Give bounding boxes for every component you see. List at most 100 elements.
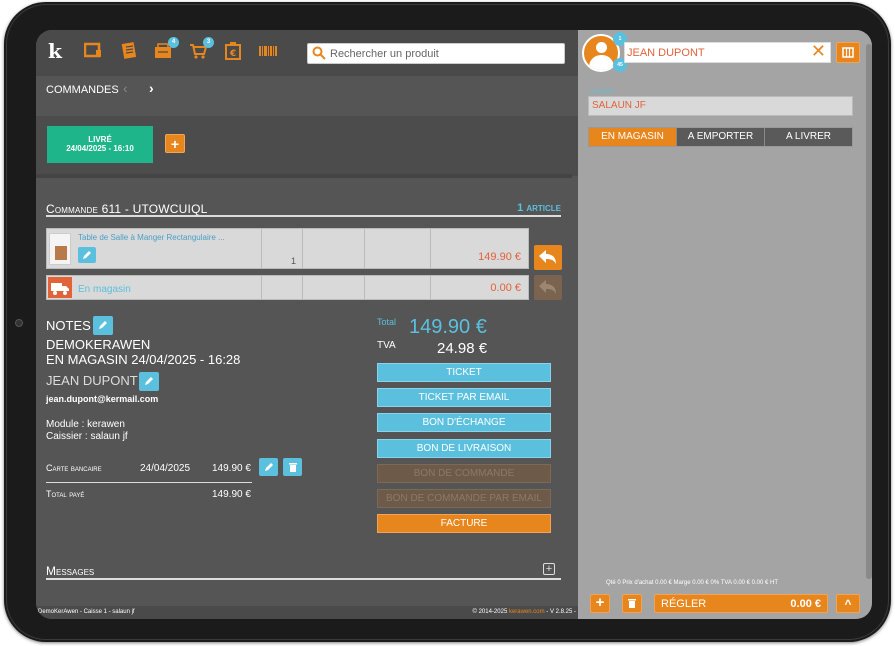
expand-messages-icon[interactable]: + <box>543 563 555 575</box>
pay-label: RÉGLER <box>661 598 707 610</box>
chevron-right-icon[interactable]: › <box>149 80 154 96</box>
shipping-line[interactable]: En magasin 0.00 € <box>46 275 529 300</box>
cashier-info: Caissier : salaun jf <box>46 431 128 442</box>
footer: DemoKerAwen - Caisse 1 - salaun jf © 201… <box>36 606 578 619</box>
toolbar: k 4 3 € <box>36 30 578 76</box>
undo-arrow-icon <box>539 250 556 264</box>
article-count: 1 article <box>517 202 561 214</box>
line-price: 149.90 € <box>478 251 521 263</box>
cash-drawer-icon[interactable]: 4 <box>154 37 179 62</box>
order-mode-tabs: EN MAGASIN A EMPORTER A LIVRER <box>588 127 853 147</box>
trash-icon <box>289 463 297 472</box>
edit-line-button[interactable] <box>78 247 96 263</box>
footer-copyright: © 2014-2025 kerawen.com - V 2.8.25 - <box>472 609 577 615</box>
register-icon[interactable] <box>83 42 102 62</box>
camera-icon <box>15 319 23 327</box>
tva-value: 24.98 € <box>437 340 488 357</box>
delete-payment-button[interactable] <box>283 458 302 476</box>
pay-amount: 0.00 € <box>790 598 821 610</box>
keypad-button[interactable] <box>836 42 860 63</box>
cart-pane: 1 45 JEAN DUPONT ✕ CAISSIER SALAUN JF EN… <box>578 30 872 619</box>
order-line[interactable]: Table de Salle à Manger Rectangulaire ..… <box>46 228 529 269</box>
product-name: Table de Salle à Manger Rectangulaire ..… <box>78 233 225 242</box>
add-item-button[interactable]: + <box>590 594 610 613</box>
pay-button[interactable]: RÉGLER 0.00 € <box>654 594 828 613</box>
return-line-button[interactable] <box>534 245 562 270</box>
shop-name: DEMOKERAWEN <box>46 337 151 352</box>
divider <box>46 215 561 217</box>
notes-label: NOTES <box>46 318 91 333</box>
chevron-left-icon[interactable]: ‹ <box>123 80 128 96</box>
order-title: Commande 611 - UTOWCUIQL <box>46 202 208 216</box>
edit-notes-button[interactable] <box>93 316 113 335</box>
purchase-order-button[interactable]: BON DE COMMANDE <box>377 464 551 483</box>
chevron-up-icon[interactable]: ^ <box>836 594 860 613</box>
orders-icon[interactable] <box>120 42 138 62</box>
total-paid-value: 149.90 € <box>212 489 251 500</box>
customer-name: JEAN DUPONT <box>46 373 138 388</box>
edit-payment-button[interactable] <box>259 458 278 476</box>
edit-customer-button[interactable] <box>139 372 159 391</box>
order-status-row: LIVRÉ 24/04/2025 - 16:10 + <box>36 116 578 176</box>
add-status-button[interactable]: + <box>165 134 185 153</box>
customer-email: jean.dupont@kermail.com <box>46 394 159 404</box>
search-icon <box>312 46 326 60</box>
messages-label: Messages <box>46 564 95 578</box>
barcode-icon[interactable] <box>258 42 278 62</box>
trash-icon <box>628 599 636 608</box>
payment-date: 24/04/2025 <box>140 463 191 474</box>
footer-session: DemoKerAwen - Caisse 1 - salaun jf <box>38 609 135 615</box>
module-info: Module : kerawen <box>46 419 125 430</box>
shipping-name: En magasin <box>78 284 131 295</box>
product-thumbnail <box>49 233 71 265</box>
status-date: 24/04/2025 - 16:10 <box>66 144 134 153</box>
pencil-icon <box>145 377 153 385</box>
cart-icon[interactable]: 3 <box>189 37 214 62</box>
svg-text:€: € <box>229 49 236 59</box>
invoice-button[interactable]: FACTURE <box>377 514 551 533</box>
tab-a-livrer[interactable]: A LIVRER <box>765 128 852 146</box>
cart-summary: Qté 0 Prix d'achat 0.00 € Marge 0.00 € 0… <box>606 580 779 586</box>
receipt-icon[interactable]: € <box>224 42 242 62</box>
total-paid-label: Total payé <box>46 489 85 499</box>
return-shipping-button[interactable] <box>534 275 562 300</box>
ticket-button[interactable]: TICKET <box>377 363 551 382</box>
payment-amount: 149.90 € <box>212 463 251 474</box>
close-icon[interactable]: ✕ <box>811 41 826 62</box>
ticket-email-button[interactable]: TICKET PAR EMAIL <box>377 388 551 407</box>
pencil-icon <box>265 463 273 471</box>
delivery-note-button[interactable]: BON DE LIVRAISON <box>377 439 551 458</box>
orders-nav-label[interactable]: COMMANDES <box>46 84 119 96</box>
tva-label: TVA <box>377 340 396 351</box>
tab-a-emporter[interactable]: A EMPORTER <box>677 128 765 146</box>
search-input[interactable] <box>330 46 560 62</box>
clear-cart-button[interactable] <box>622 594 642 613</box>
cash-drawer-badge: 4 <box>168 37 179 48</box>
order-mode: EN MAGASIN 24/04/2025 - 16:28 <box>46 352 241 367</box>
customer-field-name: JEAN DUPONT <box>627 47 705 59</box>
divider <box>36 174 572 178</box>
cart-scrollbar[interactable] <box>866 44 872 579</box>
line-quantity[interactable]: 1 <box>291 256 296 266</box>
total-value: 149.90 € <box>409 316 487 338</box>
pencil-icon <box>83 251 91 259</box>
kerawen-logo-icon[interactable]: k <box>48 39 62 63</box>
divider <box>46 578 561 580</box>
screen: k 4 3 € Rechercher un produit COMMANDES … <box>36 30 872 619</box>
cashier-field[interactable]: SALAUN JF <box>588 96 853 116</box>
payment-method: Carte bancaire <box>46 463 102 473</box>
grid-icon <box>842 47 854 58</box>
exchange-voucher-button[interactable]: BON D'ÉCHANGE <box>377 413 551 432</box>
order-pane: k 4 3 € Rechercher un produit COMMANDES … <box>36 30 578 619</box>
customer-field[interactable]: JEAN DUPONT ✕ <box>624 41 831 63</box>
status-badge[interactable]: LIVRÉ 24/04/2025 - 16:10 <box>47 126 153 163</box>
product-search[interactable] <box>307 43 565 64</box>
cashier-label: CAISSIER <box>590 89 614 95</box>
tab-en-magasin[interactable]: EN MAGASIN <box>589 128 677 146</box>
divider <box>46 482 252 483</box>
footer-brand-link[interactable]: kerawen.com <box>509 609 545 615</box>
purchase-order-email-button[interactable]: BON DE COMMANDE PAR EMAIL <box>377 489 551 508</box>
tablet-frame: k 4 3 € Rechercher un produit COMMANDES … <box>4 2 891 642</box>
truck-icon <box>48 277 72 298</box>
orders-nav: COMMANDES ‹ › <box>36 76 578 116</box>
